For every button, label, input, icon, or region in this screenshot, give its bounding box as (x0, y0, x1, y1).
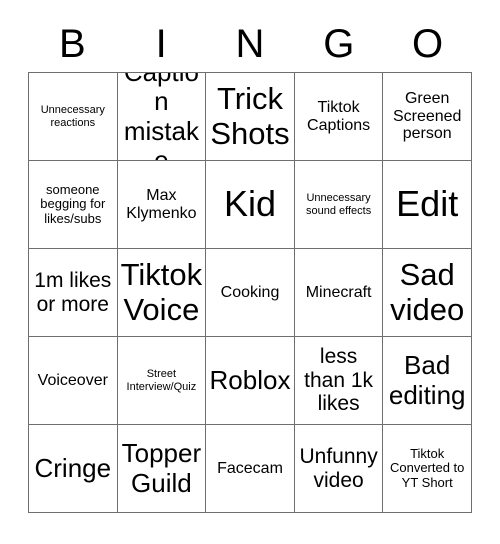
bingo-cell-r5c2[interactable]: Topper Guild (117, 425, 207, 513)
bingo-header-letter-g: G (323, 22, 355, 66)
bingo-cell-label: Edit (396, 183, 459, 225)
bingo-cell-label: Unnecessary reactions (40, 104, 105, 129)
bingo-header-letter-b: B (59, 22, 86, 66)
bingo-cell-r1c2[interactable]: Caption mistake (117, 73, 207, 161)
bingo-grid: Unnecessary reactions Caption mistake Tr… (28, 72, 472, 513)
bingo-cell-r5c5[interactable]: Tiktok Converted to YT Short (383, 425, 472, 513)
bingo-header-letter-o: O (412, 22, 444, 66)
bingo-cell-label: Voiceover (37, 371, 108, 389)
bingo-cell-r2c1[interactable]: someone begging for likes/subs (29, 161, 118, 249)
bingo-cell-r4c2[interactable]: Street Interview/Quiz (117, 337, 207, 425)
bingo-cell-r3c2[interactable]: Tiktok Voice (117, 249, 207, 337)
bingo-cell-label: Facecam (217, 459, 283, 477)
bingo-cell-r5c1[interactable]: Cringe (29, 425, 118, 513)
bingo-cell-r3c4[interactable]: Minecraft (294, 249, 384, 337)
bingo-cell-label: Topper Guild (121, 438, 202, 498)
bingo-header-letter-n: N (235, 22, 265, 66)
bingo-cell-r1c4[interactable]: Tiktok Captions (294, 73, 384, 161)
bingo-cell-r4c5[interactable]: Bad editing (383, 337, 472, 425)
bingo-cell-r3c5[interactable]: Sad video (383, 249, 472, 337)
bingo-cell-r3c3[interactable]: Cooking (206, 249, 295, 337)
bingo-cell-label: Green Screened person (392, 89, 462, 143)
bingo-cell-r1c5[interactable]: Green Screened person (383, 73, 472, 161)
bingo-cell-r2c5[interactable]: Edit (383, 161, 472, 249)
bingo-cell-label: Bad editing (388, 350, 466, 410)
bingo-cell-label: Caption mistake (123, 73, 199, 161)
bingo-cell-label: 1m likes or more (34, 268, 112, 316)
bingo-cell-label: Street Interview/Quiz (126, 368, 197, 393)
bingo-header-row: B I N G O (28, 16, 472, 72)
bingo-cell-label: Tiktok Captions (307, 98, 371, 134)
bingo-cell-r4c1[interactable]: Voiceover (29, 337, 118, 425)
bingo-cell-r2c3[interactable]: Kid (206, 161, 295, 249)
bingo-cell-label: Minecraft (305, 283, 372, 301)
bingo-cell-r1c1[interactable]: Unnecessary reactions (29, 73, 118, 161)
bingo-header-letter-i: I (155, 22, 167, 66)
bingo-cell-label: less than 1k likes (304, 345, 374, 416)
bingo-cell-label: Sad video (390, 256, 465, 327)
bingo-cell-label: Unnecessary sound effects (305, 192, 372, 217)
bingo-cell-label: Cringe (34, 452, 112, 483)
bingo-cell-label: Kid (223, 183, 276, 225)
bingo-cell-label: Unfunny video (299, 444, 378, 492)
bingo-cell-label: Tiktok Voice (120, 256, 203, 327)
bingo-cell-r2c4[interactable]: Unnecessary sound effects (294, 161, 384, 249)
bingo-cell-r5c4[interactable]: Unfunny video (294, 425, 384, 513)
bingo-cell-label: Max Klymenko (126, 186, 197, 222)
bingo-cell-label: someone begging for likes/subs (40, 181, 106, 226)
bingo-cell-r1c3[interactable]: Trick Shots (206, 73, 295, 161)
bingo-cell-r2c2[interactable]: Max Klymenko (117, 161, 207, 249)
bingo-cell-label: Tiktok Converted to YT Short (389, 445, 465, 490)
bingo-cell-label: Cooking (220, 283, 280, 301)
bingo-cell-r3c1[interactable]: 1m likes or more (29, 249, 118, 337)
bingo-cell-label: Roblox (209, 364, 291, 395)
bingo-cell-r4c3[interactable]: Roblox (206, 337, 295, 425)
bingo-cell-r4c4[interactable]: less than 1k likes (294, 337, 384, 425)
bingo-cell-label: Trick Shots (210, 80, 290, 151)
bingo-card: B I N G O Unnecessary reactions Caption … (28, 16, 472, 513)
bingo-cell-r5c3[interactable]: Facecam (206, 425, 295, 513)
